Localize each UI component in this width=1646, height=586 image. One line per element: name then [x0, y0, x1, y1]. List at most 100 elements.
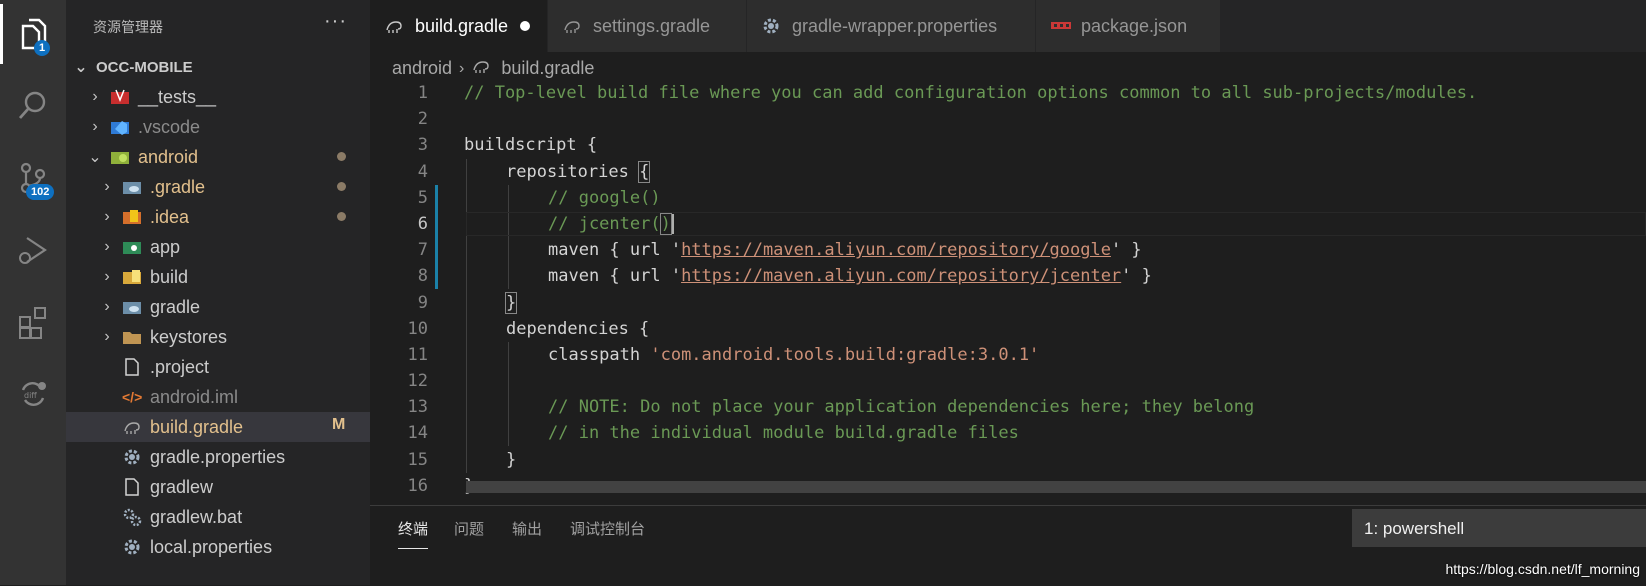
gradle-file-icon	[122, 417, 142, 437]
tab-debug-console[interactable]: 调试控制台	[570, 518, 645, 539]
code-line-current: 6// jcenter()	[370, 211, 1646, 237]
extensions-icon	[19, 307, 46, 339]
code-editor[interactable]: 1// Top-level build file where you can a…	[370, 80, 1646, 499]
file-tree: ⌄ OCC-MOBILE › __tests__ › .vscode ⌄ and…	[66, 52, 370, 562]
code-line: 8 maven { url 'https://maven.aliyun.com/r…	[417, 266, 1152, 287]
tree-item-gradle[interactable]: › gradle	[66, 292, 370, 322]
gear-icon	[122, 537, 142, 557]
explorer-badge: 1	[34, 40, 51, 56]
tests-folder-icon	[110, 87, 130, 107]
code-line: 3 buildscript {	[417, 135, 598, 156]
code-line: 9}	[417, 291, 518, 314]
tree-item-local-properties[interactable]: local.properties	[66, 532, 370, 562]
chevron-right-icon: ›	[459, 59, 465, 77]
chevron-right-icon: ›	[104, 208, 110, 225]
gradle-file-icon	[471, 57, 493, 80]
tree-item-vscode[interactable]: › .vscode	[66, 112, 370, 142]
xml-icon: </>	[122, 389, 143, 405]
gear-icon	[122, 447, 142, 467]
more-actions-button[interactable]: ···	[324, 10, 347, 33]
idea-folder-icon	[122, 207, 142, 227]
svg-text:diff: diff	[24, 391, 37, 400]
watermark: https://blog.csdn.net/lf_morning	[1445, 561, 1640, 577]
breadcrumb: android › build.gradle	[392, 57, 594, 80]
tab-bar: build.gradle settings.gradle gradle-wrap…	[370, 0, 1646, 52]
scm-badge: 102	[26, 184, 55, 200]
tree-item-gradlew-bat[interactable]: gradlew.bat	[66, 502, 370, 532]
tree-item-android-iml[interactable]: </> android.iml	[66, 382, 370, 412]
tree-item-build-gradle[interactable]: build.gradle M	[66, 412, 370, 442]
file-icon	[122, 477, 142, 497]
source-control-button[interactable]: 102	[0, 148, 66, 208]
git-status-badge: M	[332, 416, 346, 433]
run-debug-button[interactable]	[0, 220, 66, 280]
code-line: 10 dependencies {	[407, 318, 650, 339]
chevron-right-icon: ›	[92, 118, 98, 135]
search-button[interactable]	[0, 76, 66, 136]
tree-item-idea[interactable]: › .idea	[66, 202, 370, 232]
tab-settings-gradle[interactable]: settings.gradle	[548, 0, 746, 52]
breadcrumb-file[interactable]: build.gradle	[501, 58, 594, 79]
tree-item-tests[interactable]: › __tests__	[66, 82, 370, 112]
chevron-right-icon: ›	[92, 88, 98, 105]
vscode-folder-icon	[110, 117, 130, 137]
chevron-right-icon: ›	[104, 328, 110, 345]
code-line: 5// google()	[417, 187, 661, 208]
search-icon	[18, 91, 46, 119]
chevron-right-icon: ›	[104, 238, 110, 255]
tree-item-app[interactable]: › app	[66, 232, 370, 262]
explorer-sidebar: 资源管理器 ··· ⌄ OCC-MOBILE › __tests__ › .vs…	[66, 0, 370, 585]
gradle-file-icon	[384, 16, 406, 36]
tree-item-build[interactable]: › build	[66, 262, 370, 292]
code-line: 11 classpath 'com.android.tools.build:gra…	[407, 344, 1040, 365]
diff-icon: diff	[21, 382, 46, 406]
tree-item-project[interactable]: .project	[66, 352, 370, 382]
code-line: 14// in the individual module build.grad…	[407, 423, 1019, 444]
gears-icon	[122, 507, 142, 527]
chevron-right-icon: ›	[104, 298, 110, 315]
gradle-folder-icon	[122, 177, 142, 197]
tab-package-json[interactable]: package.json	[1036, 0, 1220, 52]
git-diff-button[interactable]: diff	[0, 364, 66, 424]
build-folder-icon	[122, 267, 142, 287]
chevron-down-icon: ⌄	[74, 59, 88, 76]
debug-icon	[19, 237, 47, 264]
explorer-button[interactable]: 1	[0, 4, 66, 64]
tab-terminal[interactable]: 终端	[398, 518, 429, 549]
chevron-down-icon: ⌄	[88, 149, 102, 166]
code-line: 2	[417, 109, 428, 130]
gear-icon	[761, 16, 783, 36]
chevron-right-icon: ›	[104, 178, 110, 195]
modified-dot	[337, 182, 346, 191]
tree-item-dot-gradle[interactable]: › .gradle	[66, 172, 370, 202]
tree-item-gradle-properties[interactable]: gradle.properties	[66, 442, 370, 472]
explorer-title: 资源管理器	[93, 19, 163, 35]
code-line: 13// NOTE: Do not place your application…	[407, 397, 1255, 418]
code-line: 1// Top-level build file where you can a…	[417, 83, 1478, 103]
project-root[interactable]: ⌄ OCC-MOBILE	[66, 52, 370, 82]
file-icon	[122, 357, 142, 377]
tab-problems[interactable]: 问题	[454, 518, 484, 539]
gradle-folder-icon	[122, 297, 142, 317]
tree-item-android[interactable]: ⌄ android	[66, 142, 370, 172]
npm-icon	[1050, 16, 1072, 36]
tree-item-gradlew[interactable]: gradlew	[66, 472, 370, 502]
tree-item-keystores[interactable]: › keystores	[66, 322, 370, 352]
tab-gradle-wrapper-properties[interactable]: gradle-wrapper.properties	[747, 0, 1035, 52]
terminal-select[interactable]: 1: powershell	[1352, 509, 1646, 547]
folder-icon	[122, 327, 142, 347]
app-folder-icon	[122, 237, 142, 257]
chevron-right-icon: ›	[104, 268, 110, 285]
modified-dot	[337, 152, 346, 161]
extensions-button[interactable]	[0, 292, 66, 352]
tab-output[interactable]: 输出	[512, 518, 542, 539]
horizontal-scrollbar[interactable]	[466, 481, 1646, 493]
unsaved-dot	[520, 21, 531, 31]
tab-build-gradle[interactable]: build.gradle	[370, 0, 547, 52]
gradle-file-icon	[562, 16, 584, 36]
activity-bar: 1 102 diff	[0, 0, 66, 585]
modified-dot	[337, 212, 346, 221]
breadcrumb-folder[interactable]: android	[392, 58, 452, 79]
code-line: 12	[407, 371, 428, 392]
android-folder-icon	[110, 147, 130, 167]
